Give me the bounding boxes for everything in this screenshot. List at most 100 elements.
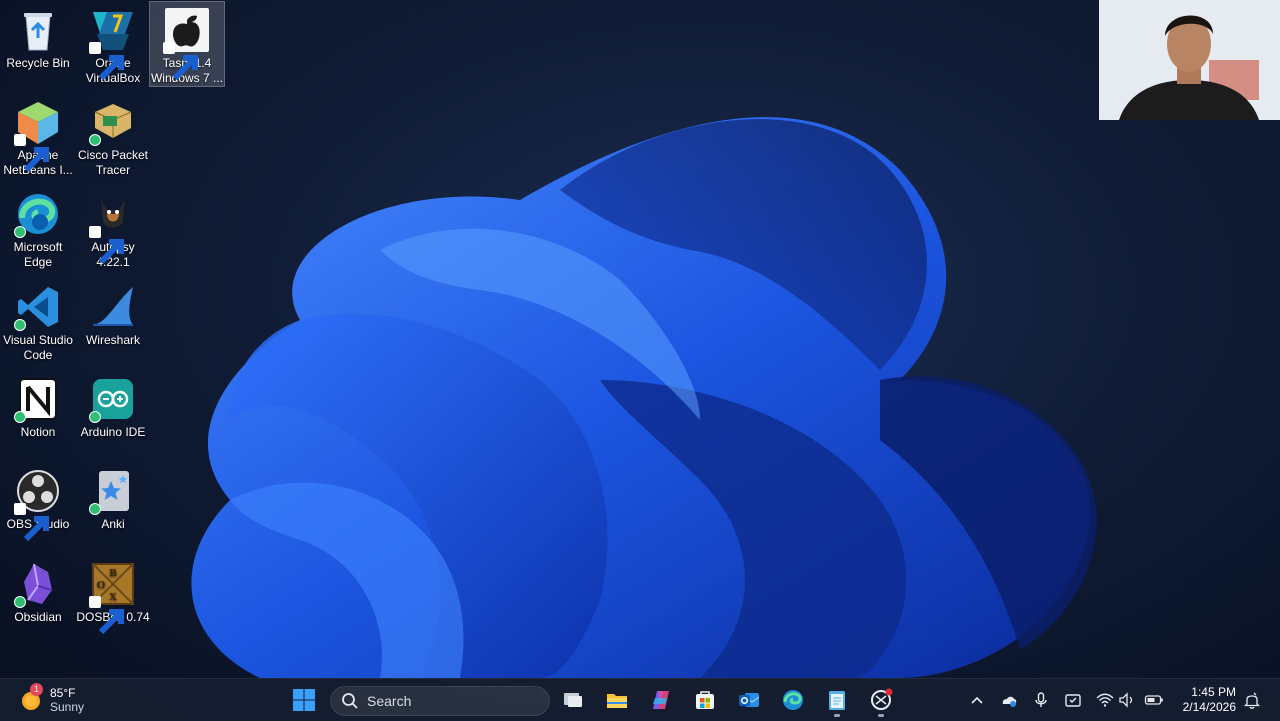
windows-logo-icon [293,689,315,711]
start-button[interactable] [288,684,320,716]
desktop-icon-autopsy[interactable]: Autopsy 4.22.1 [76,186,150,270]
snipping-tool-button[interactable] [865,684,897,717]
clock-time: 1:45 PM [1191,685,1236,699]
edge-icon [14,190,62,238]
desktop-icon-oracle-virtualbox[interactable]: Oracle VirtualBox [76,2,150,86]
taskbar-search-box[interactable]: Search [330,686,550,716]
weather-condition: Sunny [50,700,85,714]
anki-star-icon [89,467,137,515]
packet-tracer-icon [89,98,137,146]
task-view-button[interactable] [557,684,589,716]
obsidian-icon [14,560,62,608]
desktop-icon-label: Wireshark [85,333,140,347]
desktop-icon-cisco-packet-tracer[interactable]: Cisco Packet Tracer [76,94,150,178]
shortcut-arrow-icon [89,42,124,81]
virtualbox-icon [89,6,137,81]
desktop-icon-apache-netbeans[interactable]: Apache NetBeans I... [1,94,75,178]
battery-tray-button[interactable] [1144,690,1164,710]
taskbar: 1 85°F Sunny Search 1:45 PM 2/14/2026 [0,678,1280,721]
copilot-button[interactable] [645,684,677,716]
svg-text:O: O [97,579,106,591]
weather-temperature: 85°F [50,686,76,700]
clock-date: 2/14/2026 [1182,700,1236,714]
chevron-up-icon [971,696,983,704]
sync-status-icon [14,226,26,238]
copilot-icon [653,691,669,709]
outlook-icon [739,693,760,707]
capture-tray-button[interactable] [1063,690,1083,710]
edge-icon [783,690,803,710]
notifications-button[interactable] [1242,690,1262,710]
desktop-icon-label: Anki [101,517,125,531]
onedrive-tray-button[interactable] [999,690,1019,710]
weather-widget[interactable]: 1 85°F Sunny [18,683,108,715]
recycle-bin-icon [14,6,62,54]
sync-status-icon [14,596,26,608]
file-explorer-button[interactable] [601,684,633,716]
notepad-button[interactable] [821,684,853,717]
desktop-icon-obs-studio[interactable]: OBS Studio [1,463,75,542]
file-explorer-icon [607,694,627,708]
shortcut-arrow-icon [89,226,124,265]
wireshark-fin-icon [89,283,137,331]
notification-bell-icon [1243,692,1261,709]
capture-icon [1065,694,1081,707]
speaker-icon [1119,692,1133,708]
edge-taskbar-button[interactable] [777,684,809,716]
show-hidden-icons-button[interactable] [967,690,987,710]
desktop-icon-label: Arduino IDE [80,425,146,439]
desktop-icon-dosbox[interactable]: BOX DOSBox 0.74 [76,556,150,635]
taskbar-clock[interactable]: 1:45 PM 2/14/2026 [1183,685,1236,715]
microsoft-store-icon [696,691,714,709]
sync-status-icon [89,503,101,515]
search-placeholder: Search [367,693,412,709]
desktop-icon-label: Obsidian [14,610,62,624]
desktop-icon-obsidian[interactable]: Obsidian [1,556,75,625]
desktop-icon-label: Cisco Packet Tracer [77,148,149,177]
sync-status-icon [89,134,101,146]
desktop-wallpaper [191,117,1097,678]
shortcut-arrow-icon [163,42,198,81]
desktop-icon-label: Microsoft Edge [13,240,63,269]
webcam-person-image [1099,0,1280,120]
wifi-icon [1096,693,1114,707]
search-icon [342,693,358,709]
desktop-icon-label: Recycle Bin [6,56,70,70]
onedrive-cloud-icon [1002,696,1017,707]
desktop-icon-visual-studio-code[interactable]: Visual Studio Code [1,279,75,363]
desktop-icon-arduino-ide[interactable]: Arduino IDE [76,371,150,440]
netbeans-cube-icon [14,98,62,173]
shortcut-arrow-icon [14,134,49,173]
desktop-icon-microsoft-edge[interactable]: Microsoft Edge [1,186,75,270]
desktop-icon-wireshark[interactable]: Wireshark [76,279,150,348]
desktop-icon-notion[interactable]: Notion [1,371,75,440]
outlook-button[interactable] [733,684,765,716]
sync-status-icon [89,411,101,423]
desktop-icon-anki[interactable]: Anki [76,463,150,532]
notification-badge: 1 [30,683,43,696]
shortcut-arrow-icon [14,503,49,542]
notion-icon [14,375,62,423]
microphone-icon [1035,692,1047,707]
desktop-icon-tasm[interactable]: Tasm 1.4 Windows 7 ... [149,1,225,87]
network-tray-button[interactable] [1095,690,1115,710]
snipping-tool-icon [871,688,893,710]
webcam-overlay [1099,0,1280,120]
task-view-icon [564,693,582,707]
dosbox-icon: BOX [89,560,137,635]
desktop-icon-label: Notion [20,425,56,439]
desktop-icon-recycle-bin[interactable]: Recycle Bin [1,2,75,71]
microphone-tray-button[interactable] [1031,690,1051,710]
vscode-icon [14,283,62,331]
volume-tray-button[interactable] [1117,690,1137,710]
running-indicator [878,714,884,717]
notepad-icon [829,691,845,710]
tasm-apple-icon [163,6,211,81]
microsoft-store-button[interactable] [689,684,721,716]
sync-status-icon [14,411,26,423]
battery-icon [1144,695,1163,705]
obs-icon [14,467,62,542]
svg-text:B: B [109,567,117,579]
sync-status-icon [14,319,26,331]
desktop-icon-label: Visual Studio Code [3,333,73,362]
